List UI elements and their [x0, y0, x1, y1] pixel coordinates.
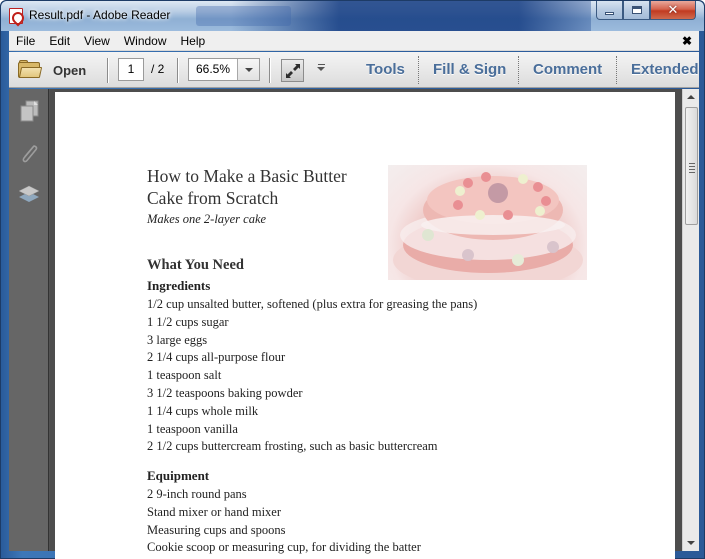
- equipment-list: 2 9-inch round pans Stand mixer or hand …: [147, 486, 421, 557]
- list-item: 1 teaspoon vanilla: [147, 421, 238, 436]
- toolbar-divider: [269, 58, 270, 83]
- customize-toolbar-button[interactable]: [317, 64, 326, 74]
- list-item: 2 1/4 cups all-purpose flour: [147, 350, 286, 365]
- menu-bar: File Edit View Window Help ✖: [9, 31, 699, 51]
- pdf-page: How to Make a Basic Butter Cake from Scr…: [55, 92, 675, 559]
- list-item: 3 1/2 teaspoons baking powder: [147, 385, 303, 400]
- menu-window[interactable]: Window: [117, 34, 174, 48]
- ingredients-heading: Ingredients: [147, 278, 211, 293]
- zoom-input[interactable]: 66.5%: [189, 59, 238, 80]
- tab-divider: [518, 56, 519, 84]
- menu-view[interactable]: View: [77, 34, 117, 48]
- list-item: Stand mixer or hand mixer: [147, 504, 281, 519]
- cake-image: [388, 165, 587, 280]
- list-item: 3 large eggs: [147, 332, 208, 347]
- vertical-scrollbar[interactable]: [682, 89, 699, 551]
- work-area: How to Make a Basic Butter Cake from Scr…: [9, 89, 699, 559]
- folder-icon: [18, 60, 43, 79]
- pages-icon[interactable]: [17, 99, 41, 123]
- attachments-icon[interactable]: [17, 141, 41, 165]
- menu-edit[interactable]: Edit: [42, 34, 77, 48]
- toolbar: Open 1 / 2 66.5% Tools Fill & Sign Comme…: [9, 52, 699, 88]
- tab-fill-sign[interactable]: Fill & Sign: [433, 61, 506, 78]
- menu-help[interactable]: Help: [174, 34, 213, 48]
- window-controls: ✕: [596, 1, 696, 21]
- minimize-icon: [605, 11, 614, 15]
- maximize-icon: [631, 6, 642, 14]
- list-item: 1/2 cup unsalted butter, softened (plus …: [147, 297, 478, 311]
- page-total: / 2: [151, 62, 165, 76]
- menu-file[interactable]: File: [9, 34, 42, 48]
- title-bar-glass-highlight: [196, 6, 291, 26]
- navigation-pane: [9, 89, 49, 551]
- equipment-heading: Equipment: [147, 468, 210, 483]
- scrollbar-thumb[interactable]: [685, 107, 698, 225]
- tab-comment[interactable]: Comment: [533, 61, 602, 78]
- toolbar-divider: [177, 58, 178, 83]
- section-heading: What You Need: [147, 257, 244, 273]
- page-number-input[interactable]: 1: [118, 58, 144, 81]
- adobe-reader-icon: [9, 8, 23, 24]
- zoom-dropdown-button[interactable]: [237, 59, 259, 80]
- close-icon: ✕: [667, 2, 679, 18]
- open-label: Open: [53, 62, 87, 78]
- window-title: Result.pdf - Adobe Reader: [29, 8, 171, 22]
- title-bar[interactable]: Result.pdf - Adobe Reader ✕: [1, 1, 704, 31]
- tab-extended[interactable]: Extended: [631, 61, 699, 78]
- tab-divider: [616, 56, 617, 84]
- ingredients-list: 1/2 cup unsalted butter, softened (plus …: [147, 296, 477, 456]
- grip-icon: [689, 163, 695, 175]
- tab-divider: [418, 56, 419, 84]
- list-item: 2 9-inch round pans: [147, 487, 247, 501]
- zoom-select[interactable]: 66.5%: [188, 58, 260, 81]
- list-item: 1 1/4 cups whole milk: [147, 403, 259, 418]
- read-mode-button[interactable]: [281, 59, 304, 82]
- open-button[interactable]: Open: [18, 59, 86, 81]
- scroll-up-icon[interactable]: [687, 95, 695, 99]
- recipe-title: How to Make a Basic Butter Cake from Scr…: [147, 166, 347, 208]
- close-button[interactable]: ✕: [650, 1, 696, 20]
- list-item: 1 1/2 cups sugar: [147, 314, 229, 329]
- close-document-icon[interactable]: ✖: [682, 34, 692, 48]
- list-item: 2 1/2 cups buttercream frosting, such as…: [147, 439, 438, 454]
- layers-icon[interactable]: [17, 182, 41, 206]
- expand-icon: [286, 64, 300, 78]
- list-item: Measuring cups and spoons: [147, 522, 286, 537]
- chevron-down-icon: [244, 67, 253, 72]
- minimize-button[interactable]: [596, 1, 623, 20]
- list-item: 1 teaspoon salt: [147, 368, 222, 383]
- recipe-subtitle: Makes one 2-layer cake: [147, 212, 267, 226]
- maximize-button[interactable]: [623, 1, 650, 20]
- toolbar-divider: [107, 58, 108, 83]
- app-window: Result.pdf - Adobe Reader ✕ File Edit Vi…: [0, 0, 705, 559]
- tab-tools[interactable]: Tools: [366, 61, 405, 78]
- list-item: Cookie scoop or measuring cup, for divid…: [147, 540, 421, 555]
- scroll-down-icon[interactable]: [687, 541, 695, 545]
- document-view[interactable]: How to Make a Basic Butter Cake from Scr…: [50, 89, 682, 559]
